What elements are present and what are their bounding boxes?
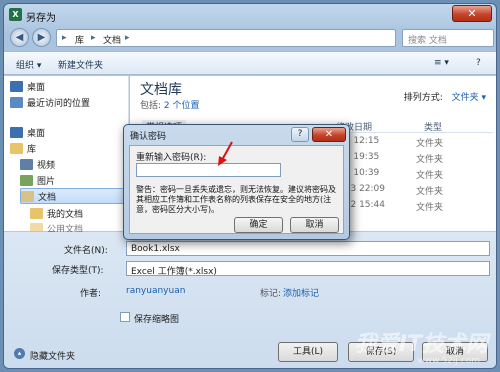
watermark-url: www.52ij.com (417, 356, 480, 366)
ok-button[interactable]: 确定 (234, 217, 283, 233)
sort-control[interactable]: 排列方式: 文件夹 ▾ (404, 90, 486, 103)
filename-label: 文件名(N): (64, 246, 108, 256)
row-type: 文件夹 (416, 171, 444, 181)
author-value[interactable]: ranyuanyuan (126, 286, 185, 296)
file-type-label: 保存类型(T): (52, 266, 104, 276)
address-bar[interactable]: ▸ 库 ▸ 文档 ▸ (56, 29, 396, 47)
new-folder-button[interactable]: 新建文件夹 (58, 58, 103, 71)
sidebar-item-label: 桌面 (27, 128, 46, 139)
breadcrumb-library[interactable]: 库 (75, 33, 84, 46)
row-type: 文件夹 (416, 139, 444, 149)
back-button[interactable]: ◀ (10, 28, 29, 47)
picture-icon (20, 174, 33, 186)
close-button[interactable]: ✕ (452, 5, 492, 22)
search-input[interactable]: 搜索 文档 (402, 29, 494, 47)
desktop-icon (10, 126, 23, 138)
dialog-close-button[interactable]: ✕ (312, 127, 346, 142)
recent-icon (10, 96, 23, 108)
row-type: 文件夹 (416, 155, 444, 165)
dialog-cancel-button[interactable]: 取消 (290, 217, 339, 233)
add-tags-link[interactable]: 添加标记 (283, 286, 319, 299)
file-type-select[interactable]: Excel 工作簿(*.xlsx) (126, 261, 490, 277)
toolbar: 组织 ▾ 新建文件夹 ≡ ▾ ? (4, 51, 496, 75)
sort-label: 排列方式: (403, 93, 443, 103)
library-title: 文档库 (140, 82, 182, 98)
collapse-icon[interactable]: ▴ (14, 348, 25, 359)
sidebar-item-label: 最近访问的位置 (27, 98, 91, 109)
sidebar-item-label: 视频 (37, 160, 56, 171)
library-subtitle-prefix: 包括: (140, 101, 162, 111)
sidebar-item-video[interactable]: 视频 (20, 156, 126, 172)
author-label: 作者: (80, 289, 102, 299)
library-subtitle: 包括: 2 个位置 (140, 98, 200, 111)
row-type: 文件夹 (416, 203, 444, 213)
hide-folders-toggle[interactable]: 隐藏文件夹 (30, 349, 75, 362)
navigation-pane: 桌面 最近访问的位置 桌面 库 视频 图片 文档 我的文档 公用文档 (4, 76, 129, 235)
sidebar-item-documents[interactable]: 文档 (20, 188, 126, 204)
navigation-row: ◀ ▶ ▸ 库 ▸ 文档 ▸ 搜索 文档 (4, 26, 496, 50)
sidebar-item-pictures[interactable]: 图片 (20, 172, 126, 188)
desktop-icon (10, 80, 23, 92)
sidebar-item-label: 我的文档 (47, 209, 84, 220)
help-icon[interactable]: ? (476, 58, 481, 68)
folder-icon: ▸ (62, 33, 67, 43)
title-bar: X 另存为 ✕ (4, 4, 496, 26)
window-title: 另存为 (26, 13, 56, 24)
forward-button[interactable]: ▶ (32, 28, 51, 47)
sidebar-item-desktop-fav[interactable]: 桌面 (10, 78, 126, 94)
organize-menu[interactable]: 组织 ▾ (16, 58, 41, 71)
filename-input[interactable]: Book1.xlsx (126, 241, 490, 256)
sidebar-item-my-documents[interactable]: 我的文档 (30, 205, 126, 221)
thumbnail-label: 保存缩略图 (134, 315, 180, 325)
watermark-logo: 我爱IT技术网 (354, 332, 488, 357)
library-icon (10, 142, 23, 154)
tags-label: 标记: (260, 289, 282, 299)
column-header-type[interactable]: 类型 (424, 120, 442, 133)
sidebar-item-label: 文档 (38, 192, 57, 203)
chevron-right-icon: ▸ (125, 33, 130, 43)
folder-icon (30, 207, 43, 219)
sidebar-item-library[interactable]: 库 (10, 140, 126, 156)
thumbnail-checkbox[interactable] (120, 312, 130, 322)
row-type: 文件夹 (416, 187, 444, 197)
video-icon (20, 158, 33, 170)
view-options-icon[interactable]: ≡ ▾ (434, 58, 449, 68)
sidebar-item-label: 库 (27, 144, 37, 155)
reenter-password-label: 重新输入密码(R): (136, 153, 207, 163)
sidebar-item-label: 图片 (37, 176, 56, 187)
sidebar-item-label: 桌面 (27, 82, 46, 93)
sort-value[interactable]: 文件夹 ▾ (452, 93, 486, 103)
sidebar-item-recent[interactable]: 最近访问的位置 (10, 94, 126, 110)
password-warning: 警告：密码一旦丢失或遗忘，则无法恢复。建议将密码及其相应工作簿和工作表名称的列表… (136, 185, 336, 214)
dialog-title: 确认密码 (130, 132, 167, 142)
document-icon (21, 190, 34, 202)
annotation-arrow-icon (218, 141, 233, 166)
dialog-help-button[interactable]: ? (291, 127, 309, 142)
chevron-right-icon: ▸ (91, 33, 96, 43)
sidebar-item-desktop[interactable]: 桌面 (10, 124, 126, 140)
excel-icon: X (9, 8, 22, 21)
breadcrumb-documents[interactable]: 文档 (103, 33, 121, 46)
locations-link[interactable]: 2 个位置 (164, 101, 200, 111)
tools-button[interactable]: 工具(L) (278, 342, 338, 362)
